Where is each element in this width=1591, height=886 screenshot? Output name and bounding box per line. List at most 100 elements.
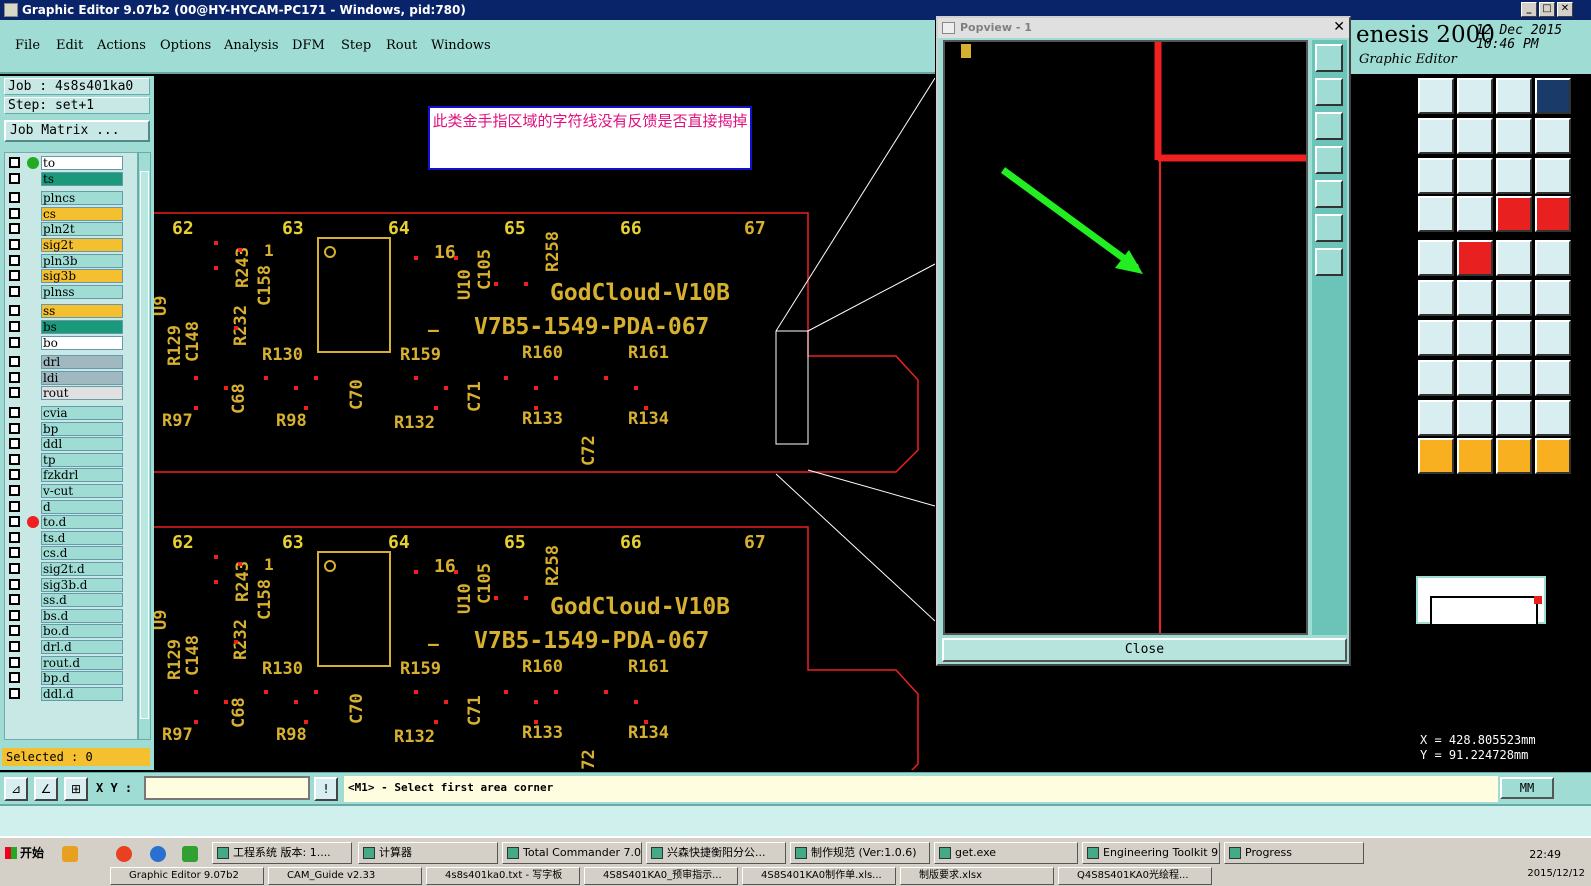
layer-checkbox[interactable] xyxy=(9,578,20,590)
tool-r3c1-icon[interactable] xyxy=(1418,158,1454,194)
layer-row-ts[interactable]: ts xyxy=(7,171,137,186)
taskbar-item[interactable]: get.exe xyxy=(934,842,1078,864)
layer-row-to.d[interactable]: to.d xyxy=(7,515,137,530)
tool-r2c3-icon[interactable] xyxy=(1496,118,1532,154)
taskbar-item-row2[interactable]: 4S8S401KA0_预审指示... xyxy=(584,867,738,885)
layer-row-bp.d[interactable]: bp.d xyxy=(7,671,137,686)
layer-row-bo[interactable]: bo xyxy=(7,335,137,350)
popview-close-button[interactable]: Close xyxy=(942,638,1347,662)
layer-row-drl.d[interactable]: drl.d xyxy=(7,640,137,654)
layer-row-ss.d[interactable]: ss.d xyxy=(7,593,137,608)
layer-checkbox[interactable] xyxy=(9,172,20,184)
layer-checkbox[interactable] xyxy=(9,625,20,637)
tool-r1c2-icon[interactable] xyxy=(1457,78,1493,114)
taskbar-item[interactable]: 制作规范 (Ver:1.0.6) xyxy=(790,842,930,864)
tool-r8c2-icon[interactable] xyxy=(1457,360,1493,396)
tool-r1c3-icon[interactable] xyxy=(1496,78,1532,114)
layer-row-bo.d[interactable]: bo.d xyxy=(7,624,137,639)
layer-row-sig2t[interactable]: sig2t xyxy=(7,238,137,252)
quicklaunch-icon-1[interactable] xyxy=(62,846,78,862)
taskbar-item[interactable]: Total Commander 7.0... xyxy=(502,842,642,864)
layer-checkbox[interactable] xyxy=(9,239,20,250)
taskbar-item-row2[interactable]: 4S8S401KA0制作单.xls... xyxy=(742,867,896,885)
taskbar-item[interactable]: 兴森快捷衡阳分公... xyxy=(646,842,786,864)
layer-checkbox[interactable] xyxy=(9,157,20,168)
layer-checkbox[interactable] xyxy=(9,563,20,574)
layer-checkbox[interactable] xyxy=(9,207,20,219)
menu-windows[interactable]: Windows xyxy=(431,38,491,53)
snap-icon[interactable]: ⊿ xyxy=(4,777,28,801)
layer-checkbox[interactable] xyxy=(9,453,20,465)
grid-icon[interactable]: ⊞ xyxy=(64,777,88,801)
popview-tool-2-icon[interactable] xyxy=(1315,78,1343,106)
tool-r2c2-icon[interactable] xyxy=(1457,118,1493,154)
taskbar-item-row2[interactable]: Q4S8S401KA0光绘程... xyxy=(1058,867,1212,885)
tool-r3c2-icon[interactable] xyxy=(1457,158,1493,194)
menu-options[interactable]: Options xyxy=(160,38,211,53)
layer-checkbox[interactable] xyxy=(9,531,20,543)
tool-r6c2-icon[interactable] xyxy=(1457,280,1493,316)
menu-file[interactable]: File xyxy=(15,38,40,53)
tool-r7c4-icon[interactable] xyxy=(1535,320,1571,356)
tool-r4c1-icon[interactable] xyxy=(1418,196,1454,232)
tool-r7c3-icon[interactable] xyxy=(1496,320,1532,356)
popview-tool-1-icon[interactable] xyxy=(1315,44,1343,72)
quicklaunch-icon-4[interactable] xyxy=(182,846,198,862)
layer-row-rout[interactable]: rout xyxy=(7,386,137,401)
layer-checkbox[interactable] xyxy=(9,609,20,621)
menu-analysis[interactable]: Analysis xyxy=(224,38,279,53)
popview-tool-5-icon[interactable] xyxy=(1315,180,1343,208)
layer-row-plnss[interactable]: plnss xyxy=(7,284,137,299)
layer-row-cs[interactable]: cs xyxy=(7,206,137,221)
layer-row-cvia[interactable]: cvia xyxy=(7,406,137,420)
tool-r5c3-icon[interactable] xyxy=(1496,240,1532,276)
tool-r8c3-icon[interactable] xyxy=(1496,360,1532,396)
popview-canvas[interactable] xyxy=(943,40,1308,635)
tool-r10c4-icon[interactable] xyxy=(1535,438,1571,474)
popview-tool-4-icon[interactable] xyxy=(1315,146,1343,174)
tool-r5c1-icon[interactable] xyxy=(1418,240,1454,276)
chrome-icon[interactable] xyxy=(116,846,132,862)
tool-r5c2-icon[interactable] xyxy=(1457,240,1493,276)
layer-checkbox[interactable] xyxy=(9,656,20,668)
layer-checkbox[interactable] xyxy=(9,672,20,684)
minimize-button[interactable]: _ xyxy=(1521,2,1537,17)
help-button[interactable]: ! xyxy=(314,777,338,801)
tool-r10c3-icon[interactable] xyxy=(1496,438,1532,474)
layer-row-ts.d[interactable]: ts.d xyxy=(7,530,137,545)
tool-r4c4-icon[interactable] xyxy=(1535,196,1571,232)
tool-r7c2-icon[interactable] xyxy=(1457,320,1493,356)
layer-row-v-cut[interactable]: v-cut xyxy=(7,484,137,498)
layer-checkbox[interactable] xyxy=(9,516,20,528)
layer-row-drl[interactable]: drl xyxy=(7,355,137,370)
xy-input[interactable] xyxy=(144,776,310,800)
layer-row-cs.d[interactable]: cs.d xyxy=(7,546,137,561)
tool-r3c4-icon[interactable] xyxy=(1535,158,1571,194)
layer-row-ss[interactable]: ss xyxy=(7,304,137,319)
tool-r4c2-icon[interactable] xyxy=(1457,196,1493,232)
layer-checkbox[interactable] xyxy=(9,321,20,332)
layer-checkbox[interactable] xyxy=(9,387,20,399)
tool-r6c4-icon[interactable] xyxy=(1535,280,1571,316)
layer-checkbox[interactable] xyxy=(9,305,20,317)
layer-row-bs.d[interactable]: bs.d xyxy=(7,608,137,623)
taskbar-item-row2[interactable]: 制版要求.xlsx xyxy=(900,867,1054,885)
tool-r7c1-icon[interactable] xyxy=(1418,320,1454,356)
taskbar-item[interactable]: Progress xyxy=(1224,842,1364,864)
layer-checkbox[interactable] xyxy=(9,270,20,282)
layer-checkbox[interactable] xyxy=(9,336,20,348)
layer-row-pln3b[interactable]: pln3b xyxy=(7,253,137,268)
menu-dfm[interactable]: DFM xyxy=(292,38,325,53)
layer-checkbox[interactable] xyxy=(9,687,20,699)
tool-r9c3-icon[interactable] xyxy=(1496,400,1532,436)
tool-r2c1-icon[interactable] xyxy=(1418,118,1454,154)
close-window-button[interactable]: ✕ xyxy=(1557,2,1573,17)
layer-checkbox[interactable] xyxy=(9,547,20,559)
taskbar-item[interactable]: 计算器 xyxy=(358,842,498,864)
layer-checkbox[interactable] xyxy=(9,356,20,368)
taskbar-item-row2[interactable]: 4s8s401ka0.txt - 写字板 xyxy=(426,867,580,885)
tool-r3c3-icon[interactable] xyxy=(1496,158,1532,194)
tool-r5c4-icon[interactable] xyxy=(1535,240,1571,276)
units-button[interactable]: MM xyxy=(1500,777,1554,799)
layer-row-to[interactable]: to xyxy=(7,156,137,170)
